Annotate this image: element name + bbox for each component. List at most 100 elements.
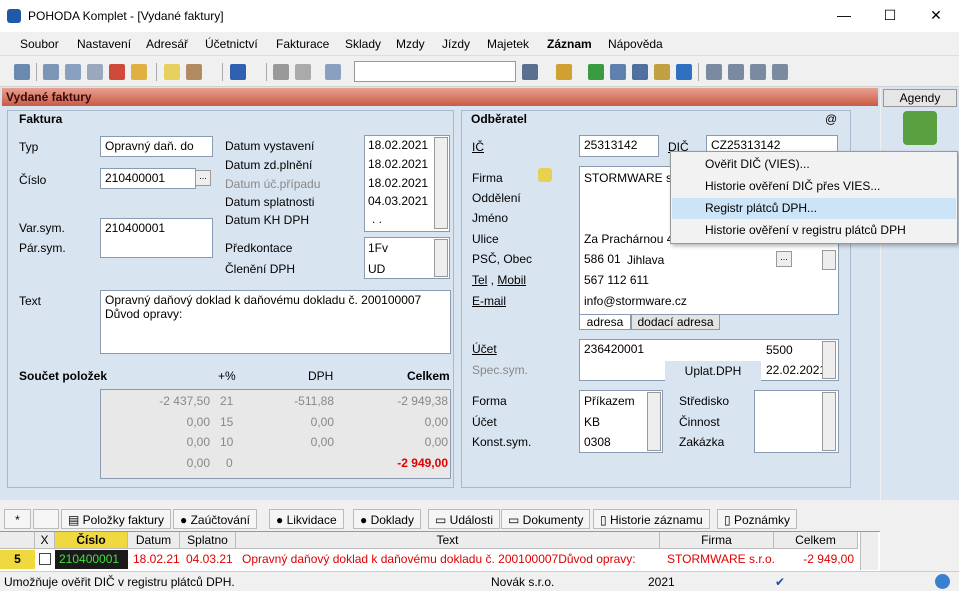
new-record-icon[interactable]: [164, 64, 180, 80]
ucet-spin[interactable]: [822, 341, 836, 379]
datum-uc-field[interactable]: 18.02.2021: [368, 176, 428, 190]
list-icon[interactable]: [728, 64, 744, 80]
ucet-kod-field[interactable]: 5500: [766, 343, 793, 357]
tab-zauctovani[interactable]: ● Zaúčtování: [173, 509, 257, 529]
tab-dokumenty[interactable]: ▭ Dokumenty: [501, 509, 591, 529]
grid-cell-cislo[interactable]: 210400001: [55, 550, 128, 569]
menu-jizdy[interactable]: Jízdy: [442, 37, 470, 51]
status-check-icon[interactable]: ✔: [775, 575, 785, 589]
obec-field[interactable]: Jihlava: [627, 253, 664, 267]
pdf-icon[interactable]: [109, 64, 125, 80]
edit-icon[interactable]: [186, 64, 202, 80]
ic-field[interactable]: 25313142: [579, 135, 659, 157]
grid-header-text[interactable]: Text: [236, 532, 660, 549]
ulice-field[interactable]: Za Prachárnou 4: [584, 232, 673, 246]
save-disabled-icon[interactable]: [295, 64, 311, 80]
menu-soubor[interactable]: Soubor: [20, 37, 59, 51]
predkontace-spin[interactable]: [434, 239, 448, 277]
grid-cell-celkem[interactable]: -2 949,00: [774, 550, 854, 569]
coins-icon[interactable]: [654, 64, 670, 80]
predkontace-field[interactable]: 1Fv: [368, 241, 388, 255]
dates-dropdown-buttons[interactable]: [434, 137, 448, 229]
preview-icon[interactable]: [87, 64, 103, 80]
cislo-dots-button[interactable]: ...: [195, 170, 211, 186]
menu-fakturace[interactable]: Fakturace: [276, 37, 329, 51]
folder-icon[interactable]: [556, 64, 572, 80]
email-field[interactable]: info@stormware.cz: [584, 294, 687, 308]
back-arrow-icon[interactable]: [230, 64, 246, 80]
menu-adresar[interactable]: Adresář: [146, 37, 188, 51]
agenda-shortcut-icon[interactable]: [903, 111, 937, 145]
print-icon[interactable]: [65, 64, 81, 80]
menu-napoveda[interactable]: Nápověda: [608, 37, 663, 51]
ucet-field[interactable]: 236420001: [584, 342, 644, 356]
menu-nastaveni[interactable]: Nastavení: [77, 37, 131, 51]
message-icon[interactable]: [706, 64, 722, 80]
filter-icon[interactable]: [522, 64, 538, 80]
grid-cell-firma[interactable]: STORMWARE s.r.o.: [667, 550, 774, 569]
close-button[interactable]: ✕: [913, 0, 959, 32]
grid-cell-datum[interactable]: 18.02.21: [133, 550, 181, 569]
forma-spin[interactable]: [647, 392, 661, 451]
menu-sklady[interactable]: Sklady: [345, 37, 381, 51]
obec-dots-button[interactable]: ...: [776, 251, 792, 267]
ucet-label[interactable]: Účet: [472, 342, 497, 356]
ic-label[interactable]: IČ: [472, 140, 484, 154]
agenda-icon[interactable]: [14, 64, 30, 80]
psc-field[interactable]: 586 01: [584, 252, 621, 266]
save-icon[interactable]: [273, 64, 289, 80]
grid-header-datum[interactable]: Datum: [128, 532, 180, 549]
tab-adresa[interactable]: adresa: [579, 314, 631, 330]
tab-new[interactable]: *: [4, 509, 31, 529]
grid-row-checkbox[interactable]: [39, 553, 51, 565]
email-at-icon[interactable]: @: [825, 112, 837, 126]
tab-udalosti[interactable]: ▭ Události: [428, 509, 501, 529]
tab-historie-zaznamu[interactable]: ▯ Historie záznamu: [593, 509, 710, 529]
copy-icon[interactable]: [43, 64, 59, 80]
agendy-button[interactable]: Agendy: [883, 89, 957, 107]
datum-kh-field[interactable]: . .: [372, 212, 382, 226]
tab-poznamky[interactable]: ▯ Poznámky: [717, 509, 797, 529]
grid-cell-text[interactable]: Opravný daňový doklad k daňovému dokladu…: [242, 550, 660, 569]
cleneni-field[interactable]: UD: [368, 262, 385, 276]
quick-search-input[interactable]: [354, 61, 516, 82]
iban-icon[interactable]: [676, 64, 692, 80]
varsym-field[interactable]: 210400001: [100, 218, 213, 258]
money-icon[interactable]: [588, 64, 604, 80]
menu-historie-registr[interactable]: Historie ověření v registru plátců DPH: [672, 220, 956, 241]
tab-polozky-faktury[interactable]: ▤ Položky faktury: [61, 509, 172, 529]
obec-spin[interactable]: [822, 250, 836, 270]
uplat-dph-field[interactable]: 22.02.2021: [766, 363, 826, 377]
export-icon[interactable]: [131, 64, 147, 80]
datum-splatnosti-field[interactable]: 04.03.2021: [368, 194, 428, 208]
tab-likvidace[interactable]: ● Likvidace: [269, 509, 344, 529]
status-ok-icon[interactable]: [935, 574, 950, 589]
menu-zaznam[interactable]: Záznam: [547, 37, 592, 51]
menu-majetek[interactable]: Majetek: [487, 37, 529, 51]
grid-header-x[interactable]: X: [35, 532, 55, 549]
window-icon[interactable]: [750, 64, 766, 80]
datum-vystaveni-field[interactable]: 18.02.2021: [368, 138, 428, 152]
tel-label[interactable]: Tel: [472, 273, 487, 287]
minimize-button[interactable]: —: [821, 0, 867, 32]
table-icon[interactable]: [632, 64, 648, 80]
menu-overit-dic-vies[interactable]: Ověřit DIČ (VIES)...: [672, 154, 956, 175]
cislo-field[interactable]: 210400001: [100, 168, 196, 189]
grid-header-celkem[interactable]: Celkem: [774, 532, 858, 549]
calculator-icon[interactable]: [610, 64, 626, 80]
tel-mobil-labels[interactable]: Tel , Mobil: [472, 273, 526, 287]
datum-zd-field[interactable]: 18.02.2021: [368, 157, 428, 171]
email-label[interactable]: E-mail: [472, 294, 506, 308]
tab-doklady[interactable]: ● Doklady: [353, 509, 421, 529]
tel-field[interactable]: 567 112 611: [584, 273, 649, 287]
forma-field[interactable]: Příkazem: [584, 394, 635, 408]
tab-filter-icon[interactable]: [33, 509, 59, 529]
maximize-button[interactable]: ☐: [867, 0, 913, 32]
grid-header-splatno[interactable]: Splatno: [180, 532, 236, 549]
menu-ucetnictvi[interactable]: Účetnictví: [205, 37, 258, 51]
duplicate-icon[interactable]: [325, 64, 341, 80]
grid-scrollbar[interactable]: [860, 532, 878, 570]
tools-icon[interactable]: [772, 64, 788, 80]
mobil-label[interactable]: Mobil: [497, 273, 526, 287]
ucet2-field[interactable]: KB: [584, 415, 600, 429]
